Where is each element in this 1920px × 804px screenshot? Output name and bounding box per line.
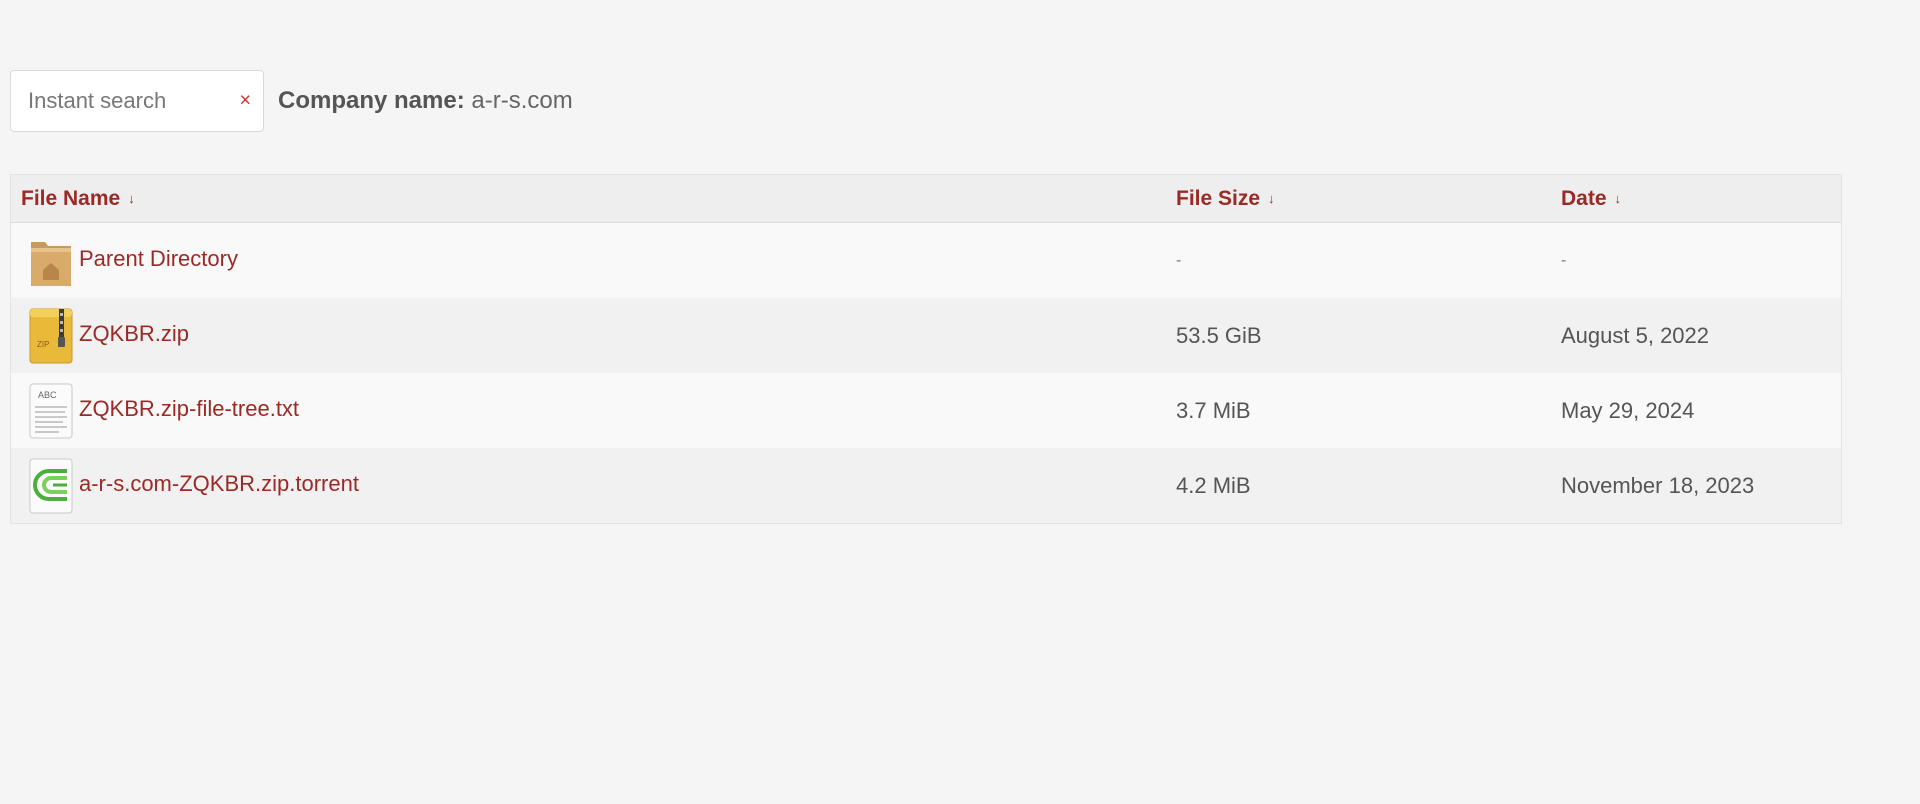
table-row: ABC ZQKBR.zip-file-tree.txt 3.7 MiB May …	[11, 373, 1841, 448]
zip-badge: ZIP	[37, 340, 49, 349]
sort-arrow-icon: ↓	[128, 191, 135, 206]
date-cell: August 5, 2022	[1561, 323, 1841, 349]
header-cell-size: File Size ↓	[1176, 187, 1561, 211]
file-size: 3.7 MiB	[1176, 397, 1251, 423]
company-value: a-r-s.com	[471, 87, 573, 114]
size-cell: 3.7 MiB	[1176, 398, 1561, 424]
name-cell: a-r-s.com-ZQKBR.zip.torrent	[11, 457, 1176, 515]
folder-home-icon[interactable]	[29, 232, 73, 290]
file-size: 4.2 MiB	[1176, 472, 1251, 498]
file-date: May 29, 2024	[1561, 397, 1695, 423]
file-date: -	[1561, 251, 1567, 269]
size-cell: -	[1176, 252, 1561, 270]
sort-by-name-link[interactable]: File Name ↓	[21, 187, 135, 211]
search-box: ×	[10, 70, 264, 132]
search-input[interactable]	[26, 87, 230, 115]
toolbar: × Company name: a-r-s.com	[10, 70, 573, 132]
text-file-icon[interactable]: ABC	[29, 382, 73, 440]
date-cell: November 18, 2023	[1561, 473, 1841, 499]
header-cell-date: Date ↓	[1561, 187, 1841, 211]
file-size: -	[1176, 251, 1182, 269]
name-cell: ZIP ZQKBR.zip	[11, 307, 1176, 365]
size-cell: 53.5 GiB	[1176, 323, 1561, 349]
header-cell-name: File Name ↓	[11, 187, 1176, 211]
sort-by-size-link[interactable]: File Size ↓	[1176, 187, 1275, 211]
file-date: November 18, 2023	[1561, 472, 1755, 498]
file-size: 53.5 GiB	[1176, 322, 1262, 348]
zip-archive-icon[interactable]: ZIP	[29, 307, 73, 365]
date-cell: May 29, 2024	[1561, 398, 1841, 424]
company-info: Company name: a-r-s.com	[278, 87, 573, 115]
clear-search-icon[interactable]: ×	[239, 90, 251, 113]
table-header: File Name ↓ File Size ↓ Date ↓	[11, 175, 1841, 223]
file-listing-table: File Name ↓ File Size ↓ Date ↓ Parent Di…	[10, 174, 1842, 524]
sort-arrow-icon: ↓	[1614, 191, 1622, 206]
name-cell: ABC ZQKBR.zip-file-tree.txt	[11, 382, 1176, 440]
table-row: Parent Directory - -	[11, 223, 1841, 298]
table-row: ZIP ZQKBR.zip 53.5 GiB August 5, 2022	[11, 298, 1841, 373]
sort-by-date-link[interactable]: Date ↓	[1561, 187, 1621, 211]
file-link[interactable]: ZQKBR.zip-file-tree.txt	[79, 396, 299, 422]
company-label: Company name:	[278, 87, 465, 114]
name-cell: Parent Directory	[11, 232, 1176, 290]
sort-arrow-icon: ↓	[1268, 191, 1275, 206]
date-cell: -	[1561, 252, 1841, 270]
abc-badge: ABC	[38, 390, 57, 400]
header-size-label: File Size	[1176, 186, 1261, 210]
file-date: August 5, 2022	[1561, 322, 1710, 348]
file-link[interactable]: ZQKBR.zip	[79, 321, 189, 347]
size-cell: 4.2 MiB	[1176, 473, 1561, 499]
header-name-label: File Name	[21, 186, 121, 210]
file-link[interactable]: Parent Directory	[79, 246, 238, 272]
file-link[interactable]: a-r-s.com-ZQKBR.zip.torrent	[79, 471, 359, 497]
torrent-icon[interactable]	[29, 457, 73, 515]
header-date-label: Date	[1561, 186, 1607, 210]
table-row: a-r-s.com-ZQKBR.zip.torrent 4.2 MiB Nove…	[11, 448, 1841, 523]
